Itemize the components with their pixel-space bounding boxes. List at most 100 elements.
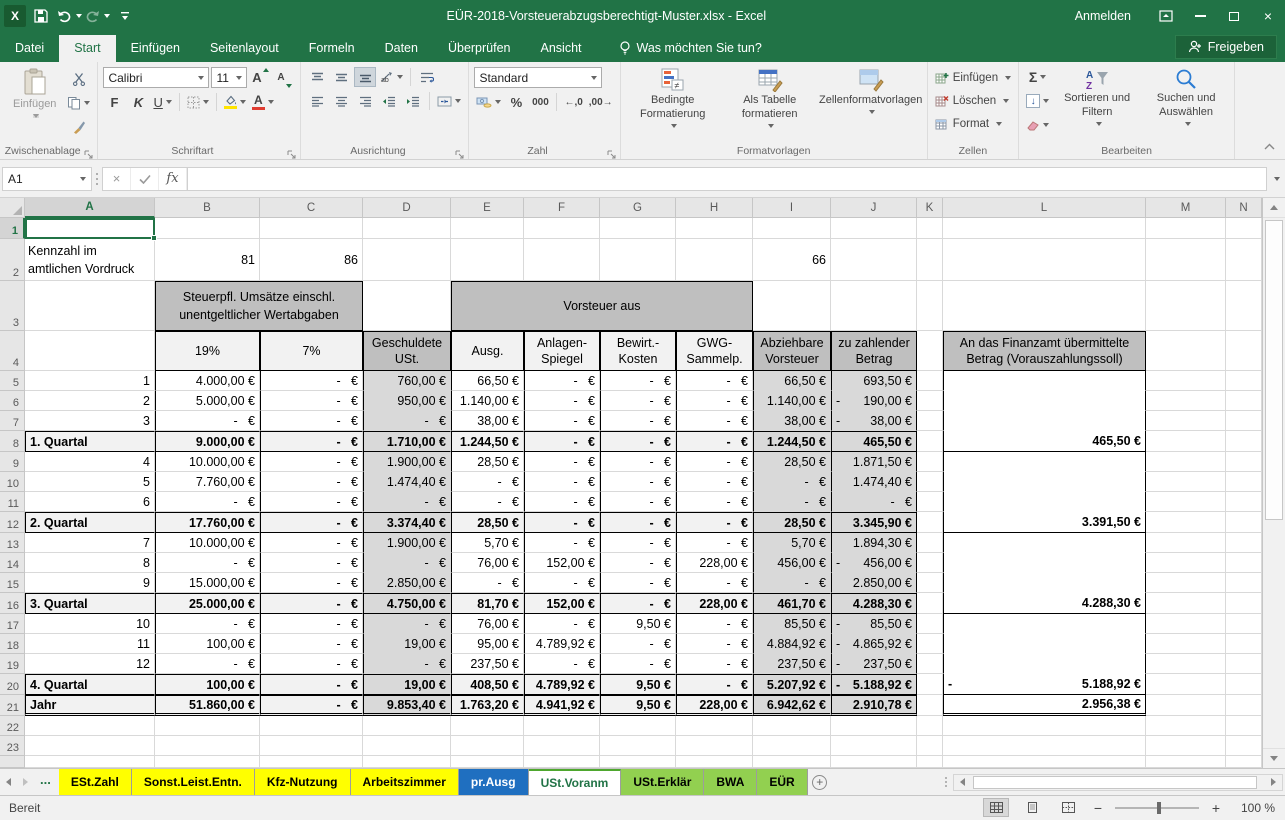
redo-button[interactable] bbox=[84, 4, 110, 28]
cell-B1[interactable] bbox=[155, 218, 260, 239]
format-as-table-button[interactable]: Als Tabelle formatieren bbox=[723, 65, 817, 142]
vertical-scrollbar[interactable] bbox=[1262, 198, 1285, 768]
ribbon-tab-einfügen[interactable]: Einfügen bbox=[116, 35, 195, 62]
cancel-entry-button[interactable]: × bbox=[103, 168, 131, 190]
cell-G17[interactable]: 9,50 € bbox=[600, 614, 676, 634]
cell-B21[interactable]: 51.860,00 € bbox=[155, 695, 260, 716]
cell-A14[interactable]: 8 bbox=[25, 553, 155, 573]
cell-L23[interactable] bbox=[943, 736, 1146, 756]
zoom-slider-thumb[interactable] bbox=[1157, 802, 1161, 814]
row-header-9[interactable]: 9 bbox=[0, 452, 25, 472]
row-header-2[interactable]: 2 bbox=[0, 239, 25, 281]
cell-J5[interactable]: 693,50 € bbox=[831, 371, 917, 391]
cell-L7[interactable] bbox=[943, 411, 1146, 431]
cell-D11[interactable]: - € bbox=[363, 492, 451, 512]
cell-B17[interactable]: - € bbox=[155, 614, 260, 634]
cell-F12[interactable]: - € bbox=[524, 512, 600, 533]
cell-J7[interactable]: -38,00 € bbox=[831, 411, 917, 431]
align-top-button[interactable] bbox=[306, 67, 328, 87]
cell-D23[interactable] bbox=[363, 736, 451, 756]
merged-header-vorsteuer[interactable]: Vorsteuer aus bbox=[451, 281, 753, 331]
cell-D6[interactable]: 950,00 € bbox=[363, 391, 451, 411]
cell-L10[interactable] bbox=[943, 472, 1146, 492]
cell-I16[interactable]: 461,70 € bbox=[753, 593, 831, 614]
cell-J4[interactable]: zu zahlender Betrag bbox=[831, 331, 917, 371]
cell-N3[interactable] bbox=[1226, 281, 1262, 331]
cell-I6[interactable]: 1.140,00 € bbox=[753, 391, 831, 411]
cell-M11[interactable] bbox=[1146, 492, 1226, 512]
cell-K21[interactable] bbox=[917, 695, 943, 716]
column-header-B[interactable]: B bbox=[155, 198, 260, 218]
cell-A4[interactable] bbox=[25, 331, 155, 371]
cell-N9[interactable] bbox=[1226, 452, 1262, 472]
cell-N13[interactable] bbox=[1226, 533, 1262, 553]
comma-style-button[interactable]: 000 bbox=[529, 92, 551, 112]
cell-H5[interactable]: - € bbox=[676, 371, 753, 391]
copy-button[interactable] bbox=[65, 93, 92, 113]
cell-N12[interactable] bbox=[1226, 512, 1262, 533]
cell-A12[interactable]: 2. Quartal bbox=[25, 512, 155, 533]
cell-L4[interactable]: An das Finanzamt übermittelte Betrag (Vo… bbox=[943, 331, 1146, 371]
cell-H8[interactable]: - € bbox=[676, 431, 753, 452]
ribbon-tab-daten[interactable]: Daten bbox=[370, 35, 433, 62]
cell-N11[interactable] bbox=[1226, 492, 1262, 512]
conditional-formatting-button[interactable]: ≠ Bedingte Formatierung bbox=[626, 65, 720, 142]
cell-C19[interactable]: - € bbox=[260, 654, 363, 674]
cell-G11[interactable]: - € bbox=[600, 492, 676, 512]
cell-styles-button[interactable]: Zellenformatvorlagen bbox=[820, 65, 922, 142]
cell-N6[interactable] bbox=[1226, 391, 1262, 411]
cell-G6[interactable]: - € bbox=[600, 391, 676, 411]
column-header-M[interactable]: M bbox=[1146, 198, 1226, 218]
cell-A19[interactable]: 12 bbox=[25, 654, 155, 674]
cell-G13[interactable]: - € bbox=[600, 533, 676, 553]
ribbon-tab-formeln[interactable]: Formeln bbox=[294, 35, 370, 62]
cell-B23[interactable] bbox=[155, 736, 260, 756]
cell-A22[interactable] bbox=[25, 716, 155, 736]
horizontal-scrollbar[interactable] bbox=[953, 774, 1283, 791]
cell-J14[interactable]: -456,00 € bbox=[831, 553, 917, 573]
cell-J23[interactable] bbox=[831, 736, 917, 756]
row-header-12[interactable]: 12 bbox=[0, 512, 25, 533]
cell-A16[interactable]: 3. Quartal bbox=[25, 593, 155, 614]
cell-G1[interactable] bbox=[600, 218, 676, 239]
cell-L24[interactable] bbox=[943, 756, 1146, 768]
cell-C1[interactable] bbox=[260, 218, 363, 239]
cell-G20[interactable]: 9,50 € bbox=[600, 674, 676, 695]
cell-F16[interactable]: 152,00 € bbox=[524, 593, 600, 614]
cell-F8[interactable]: - € bbox=[524, 431, 600, 452]
font-size-select[interactable]: 11 bbox=[211, 67, 247, 88]
cell-J15[interactable]: 2.850,00 € bbox=[831, 573, 917, 593]
sheet-tabs-overflow[interactable]: ... bbox=[34, 772, 59, 793]
cell-H13[interactable]: - € bbox=[676, 533, 753, 553]
cell-C4[interactable]: 7% bbox=[260, 331, 363, 371]
cell-F5[interactable]: - € bbox=[524, 371, 600, 391]
cell-C15[interactable]: - € bbox=[260, 573, 363, 593]
cell-E6[interactable]: 1.140,00 € bbox=[451, 391, 524, 411]
cell-N17[interactable] bbox=[1226, 614, 1262, 634]
cell-B10[interactable]: 7.760,00 € bbox=[155, 472, 260, 492]
sort-filter-button[interactable]: AZ Sortieren und Filtern bbox=[1054, 65, 1140, 142]
cell-F6[interactable]: - € bbox=[524, 391, 600, 411]
cell-D17[interactable]: - € bbox=[363, 614, 451, 634]
scroll-up-button[interactable] bbox=[1263, 198, 1285, 218]
column-header-N[interactable]: N bbox=[1226, 198, 1262, 218]
cell-N20[interactable] bbox=[1226, 674, 1262, 695]
cell-E1[interactable] bbox=[451, 218, 524, 239]
cell-A10[interactable]: 5 bbox=[25, 472, 155, 492]
cell-E22[interactable] bbox=[451, 716, 524, 736]
cell-D14[interactable]: - € bbox=[363, 553, 451, 573]
cell-N7[interactable] bbox=[1226, 411, 1262, 431]
cell-L6[interactable] bbox=[943, 391, 1146, 411]
cell-F15[interactable]: - € bbox=[524, 573, 600, 593]
number-dialog-launcher[interactable] bbox=[607, 146, 617, 156]
column-header-G[interactable]: G bbox=[600, 198, 676, 218]
row-header-14[interactable]: 14 bbox=[0, 553, 25, 573]
cell-H17[interactable]: - € bbox=[676, 614, 753, 634]
zoom-in-button[interactable]: + bbox=[1209, 800, 1223, 816]
insert-function-button[interactable]: fx bbox=[159, 168, 187, 190]
cell-M6[interactable] bbox=[1146, 391, 1226, 411]
cell-K7[interactable] bbox=[917, 411, 943, 431]
cell-B6[interactable]: 5.000,00 € bbox=[155, 391, 260, 411]
find-select-button[interactable]: Suchen und Auswählen bbox=[1143, 65, 1229, 142]
expand-formula-bar-button[interactable] bbox=[1267, 177, 1283, 181]
